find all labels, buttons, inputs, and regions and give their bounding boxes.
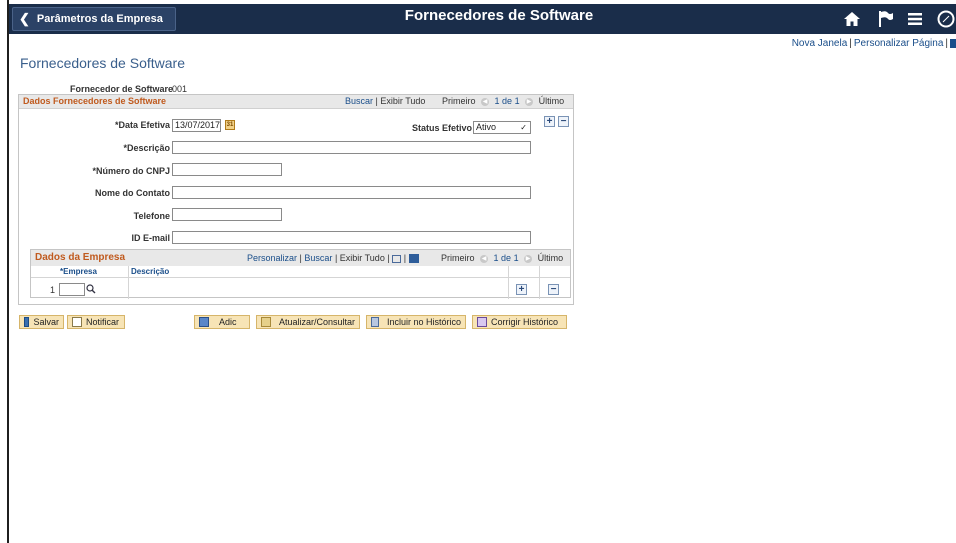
company-input[interactable] [59, 283, 85, 296]
header-bar: ❮ Parâmetros da Empresa Fornecedores de … [9, 4, 956, 34]
page-links: Nova Janela | Personalizar Página | [792, 38, 956, 49]
email-label: ID E-mail [131, 233, 170, 243]
save-button[interactable]: Salvar [19, 315, 64, 329]
company-grid: Dados da Empresa Personalizar | Buscar |… [30, 249, 571, 299]
effdt-label: *Data Efetiva [114, 120, 170, 130]
col-company-header[interactable]: *Empresa [60, 267, 97, 276]
page-title: Fornecedores de Software [20, 55, 185, 71]
section-pager: Primeiro ◀ 1 de 1 ▶ Último [442, 96, 564, 106]
section-nav: Buscar | Exibir Tudo [345, 96, 426, 106]
help-icon[interactable] [950, 38, 956, 48]
add-button[interactable]: Adic [194, 315, 250, 329]
contact-input[interactable] [172, 186, 531, 199]
company-grid-header: Dados da Empresa Personalizar | Buscar |… [31, 250, 570, 266]
grid-view-all-link[interactable]: Exibir Tudo [340, 253, 385, 263]
grid-add-row-button[interactable]: + [516, 284, 527, 295]
calendar-icon[interactable]: 31 [225, 120, 235, 130]
add-icon [199, 317, 209, 327]
status-select[interactable]: Ativo ✓ [473, 121, 531, 134]
add-row-button[interactable]: + [544, 116, 555, 127]
descr-label: *Descrição [123, 143, 170, 153]
status-value: Ativo [476, 122, 497, 132]
correct-history-button[interactable]: Corrigir Histórico [472, 315, 567, 329]
company-grid-pager: Primeiro ◀ 1 de 1 ▶ Último [441, 253, 563, 263]
grid-row-count: 1 de 1 [493, 253, 519, 263]
grid-delete-row-button[interactable]: − [548, 284, 559, 295]
grid-col-divider [539, 266, 540, 299]
personalize-link[interactable]: Personalizar [247, 253, 297, 263]
flag-icon[interactable] [877, 9, 895, 29]
new-window-link[interactable]: Nova Janela [792, 38, 848, 49]
correct-label: Corrigir Histórico [491, 317, 559, 327]
grid-last-label: Último [537, 253, 564, 263]
history-icon [371, 317, 379, 327]
row-number: 1 [50, 285, 56, 295]
save-label: Salvar [33, 317, 59, 327]
personalize-page-link[interactable]: Personalizar Página [854, 38, 944, 49]
notify-icon [72, 317, 82, 327]
correct-icon [477, 317, 487, 327]
grid-find-link[interactable]: Buscar [304, 253, 332, 263]
grid-first-label: Primeiro [441, 253, 475, 263]
delete-row-button[interactable]: − [558, 116, 569, 127]
first-label: Primeiro [442, 96, 476, 106]
grid-col-divider [128, 266, 129, 299]
section-header: Dados Fornecedores de Software Buscar | … [19, 95, 573, 109]
menu-icon[interactable] [906, 9, 924, 29]
view-all-link[interactable]: Exibir Tudo [380, 96, 425, 106]
header-title: Fornecedores de Software [404, 7, 594, 24]
grid-next-icon[interactable]: ▶ [524, 254, 533, 263]
update-label: Atualizar/Consultar [278, 317, 355, 327]
chevron-down-icon: ✓ [520, 123, 527, 132]
contact-label: Nome do Contato [95, 188, 170, 198]
section-title: Dados Fornecedores de Software [23, 96, 167, 106]
home-icon[interactable] [841, 9, 863, 29]
download-icon[interactable] [408, 254, 419, 264]
last-label: Último [538, 96, 565, 106]
phone-label: Telefone [133, 211, 170, 221]
next-icon[interactable]: ▶ [525, 97, 534, 106]
prev-icon[interactable]: ◀ [481, 97, 490, 106]
col-descr-header[interactable]: Descrição [131, 267, 169, 276]
company-grid-title: Dados da Empresa [35, 252, 126, 263]
back-label: Parâmetros da Empresa [36, 13, 163, 25]
back-button[interactable]: ❮ Parâmetros da Empresa [12, 7, 176, 31]
grid-prev-icon[interactable]: ◀ [480, 254, 489, 263]
update-display-button[interactable]: Atualizar/Consultar [256, 315, 360, 329]
descr-input[interactable] [172, 141, 531, 154]
status-label: Status Efetivo [411, 123, 472, 133]
find-link[interactable]: Buscar [345, 96, 373, 106]
add-label: Adic [219, 317, 237, 327]
zoom-icon[interactable] [392, 254, 402, 263]
notify-label: Notificar [86, 317, 120, 327]
search-icon[interactable] [86, 283, 96, 295]
chevron-left-icon: ❮ [19, 11, 30, 26]
include-history-button[interactable]: Incluir no Histórico [366, 315, 466, 329]
notify-button[interactable]: Notificar [67, 315, 125, 329]
effdt-input[interactable]: 13/07/2017 [172, 119, 221, 132]
update-icon [261, 317, 271, 327]
email-input[interactable] [172, 231, 531, 244]
history-label: Incluir no Histórico [386, 317, 461, 327]
supplier-label: Fornecedor de Software [70, 84, 174, 94]
cnpj-label: *Número do CNPJ [92, 166, 170, 176]
phone-input[interactable] [172, 208, 282, 221]
company-grid-tools: Personalizar | Buscar | Exibir Tudo | | [247, 253, 419, 264]
grid-col-divider [508, 266, 509, 299]
cnpj-input[interactable] [172, 163, 282, 176]
save-icon [24, 317, 30, 327]
supplier-value: 001 [172, 84, 188, 94]
grid-header-divider [31, 277, 570, 278]
navbar-icon[interactable] [937, 9, 955, 29]
row-count: 1 de 1 [494, 96, 520, 106]
